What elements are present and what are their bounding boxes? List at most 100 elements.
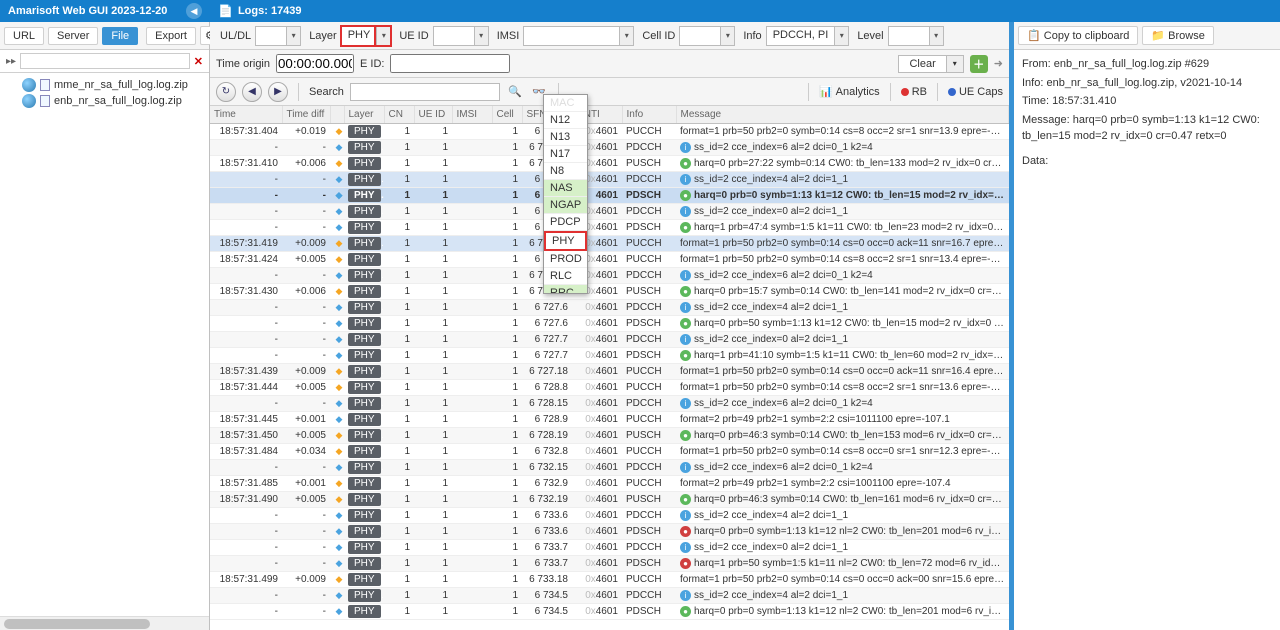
back-icon[interactable]: ◀ [242,82,262,102]
export-button[interactable]: Export [146,27,196,45]
info-combo[interactable]: PDCCH, PI▾ [766,26,850,46]
table-row[interactable]: --PHY1116 725.60x4601PDCCHiss_id=2 cce_i… [210,172,1009,188]
col-header[interactable]: Time [210,106,282,124]
col-header[interactable] [330,106,344,124]
direction-icon [334,270,344,280]
table-row[interactable]: --PHY1116 727.70x4601PDSCH●harq=1 prb=41… [210,348,1009,364]
log-grid[interactable]: TimeTime diffLayerCNUE IDIMSICellSFNRNTI… [210,106,1009,630]
table-row[interactable]: --PHY1116 734.50x4601PDSCH●harq=0 prb=0 … [210,604,1009,620]
expand-icon[interactable]: ▸▸ [6,56,16,67]
refresh-icon[interactable]: ↻ [216,82,236,102]
table-row[interactable]: --PHY1116 733.70x4601PDSCH●harq=1 prb=50… [210,556,1009,572]
ueid-combo[interactable]: ▾ [433,26,489,46]
table-row[interactable]: 18:57:31.485+0.001PHY1116 732.90x4601PUC… [210,476,1009,492]
dropdown-option[interactable]: RLC [544,268,587,285]
collapse-left-icon[interactable]: ◀ [186,3,202,19]
tree-search-input[interactable] [20,53,190,69]
dropdown-option[interactable]: PHY [544,231,587,251]
table-row[interactable]: 18:57:31.484+0.034PHY1116 732.80x4601PUC… [210,444,1009,460]
search-bar: ↻ ◀ ▶ Search 🔍 👓 📊 Analytics RB UE Caps [210,78,1009,106]
col-header[interactable]: IMSI [452,106,492,124]
clear-button[interactable]: Clear▾ [898,55,963,73]
table-row[interactable]: --PHY1116 732.150x4601PDCCHiss_id=2 cce_… [210,460,1009,476]
col-header[interactable]: Cell [492,106,522,124]
forward-icon[interactable]: ▶ [268,82,288,102]
copy-button[interactable]: 📋 Copy to clipboard [1018,26,1138,45]
table-row[interactable]: --PHY1116 727.70x4601PDCCHiss_id=2 cce_i… [210,332,1009,348]
col-header[interactable]: Message [676,106,1009,124]
dropdown-option[interactable]: RRC [544,285,587,294]
uldl-label: UL/DL [220,30,251,42]
direction-icon [334,494,344,504]
file-button[interactable]: File [102,27,138,45]
server-button[interactable]: Server [48,27,98,45]
table-row[interactable]: 18:57:31.445+0.001PHY1116 728.90x4601PUC… [210,412,1009,428]
layer-dropdown[interactable]: MACN12N13N17N8NASNGAPPDCPPHYPRODRLCRRCRX [543,94,588,294]
app-title: Amarisoft Web GUI 2023-12-20 [8,5,167,17]
table-row[interactable]: 18:57:31.439+0.009PHY1116 727.180x4601PU… [210,364,1009,380]
dropdown-option[interactable]: MAC [544,95,587,112]
add-icon[interactable]: ＋ [970,55,988,73]
table-row[interactable]: --PHY1116 734.50x4601PDCCHiss_id=2 cce_i… [210,588,1009,604]
dropdown-option[interactable]: NGAP [544,197,587,214]
table-row[interactable]: --PHY1116 725.70x4601PDCCHiss_id=2 cce_i… [210,204,1009,220]
table-row[interactable]: 18:57:31.430+0.006PHY1116 726.190x4601PU… [210,284,1009,300]
search-input[interactable] [350,83,500,101]
table-row[interactable]: --PHY1116 733.60x4601PDSCH●harq=0 prb=0 … [210,524,1009,540]
detail-time: Time: 18:57:31.410 [1022,93,1272,110]
col-header[interactable]: Layer [344,106,384,124]
table-row[interactable]: --PHY1116 725.64601PDSCH●harq=0 prb=0 sy… [210,188,1009,204]
analytics-button[interactable]: 📊 Analytics [819,85,880,98]
tree-item[interactable]: enb_nr_sa_full_log.log.zip [2,93,207,109]
col-header[interactable]: Info [622,106,676,124]
dropdown-option[interactable]: N17 [544,146,587,163]
detail-msg: Message: harq=0 prb=0 symb=1:13 k1=12 CW… [1022,112,1272,145]
col-header[interactable]: UE ID [414,106,452,124]
dropdown-option[interactable]: PDCP [544,214,587,231]
dropdown-option[interactable]: N12 [544,112,587,129]
time-origin-input[interactable] [276,54,354,73]
logs-tab[interactable]: 📄 Logs: 17439 [210,0,1280,22]
dropdown-option[interactable]: PROD [544,251,587,268]
level-combo[interactable]: ▾ [888,26,944,46]
arrow-icon[interactable]: ➜ [994,57,1003,70]
table-row[interactable]: 18:57:31.499+0.009PHY1116 733.180x4601PU… [210,572,1009,588]
table-row[interactable]: --PHY1116 727.60x4601PDCCHiss_id=2 cce_i… [210,300,1009,316]
table-row[interactable]: --PHY1116 724.150x4601PDCCHiss_id=2 cce_… [210,140,1009,156]
clear-search-icon[interactable]: ✕ [194,55,203,68]
table-row[interactable]: 18:57:31.490+0.005PHY1116 732.190x4601PU… [210,492,1009,508]
uecaps-button[interactable]: UE Caps [948,86,1003,98]
table-row[interactable]: 18:57:31.424+0.005PHY1116 726.80x4601PUC… [210,252,1009,268]
direction-icon [334,190,344,200]
rb-button[interactable]: RB [901,86,927,98]
table-row[interactable]: --PHY1116 728.150x4601PDCCHiss_id=2 cce_… [210,396,1009,412]
search-icon[interactable]: 🔍 [506,83,524,101]
table-row[interactable]: 18:57:31.404+0.019PHY1116 724.80x4601PUC… [210,124,1009,140]
table-row[interactable]: --PHY1116 726.150x4601PDCCHiss_id=2 cce_… [210,268,1009,284]
level-label: Level [857,30,883,42]
table-row[interactable]: --PHY1116 733.70x4601PDCCHiss_id=2 cce_i… [210,540,1009,556]
time-origin-label: Time origin [216,58,270,70]
cellid-combo[interactable]: ▾ [679,26,735,46]
eid-input[interactable] [390,54,510,73]
file-icon [40,79,50,91]
table-row[interactable]: --PHY1116 727.60x4601PDSCH●harq=0 prb=50… [210,316,1009,332]
layer-combo[interactable]: PHY▾ [341,26,392,46]
table-row[interactable]: 18:57:31.410+0.006PHY1116 724.190x4601PU… [210,156,1009,172]
table-row[interactable]: 18:57:31.450+0.005PHY1116 728.190x4601PU… [210,428,1009,444]
imsi-combo[interactable]: ▾ [523,26,634,46]
col-header[interactable]: Time diff [282,106,330,124]
table-row[interactable]: 18:57:31.444+0.005PHY1116 728.80x4601PUC… [210,380,1009,396]
dropdown-option[interactable]: NAS [544,180,587,197]
url-button[interactable]: URL [4,27,44,45]
dropdown-option[interactable]: N8 [544,163,587,180]
table-row[interactable]: --PHY1116 725.70x4601PDSCH●harq=1 prb=47… [210,220,1009,236]
table-row[interactable]: 18:57:31.419+0.009PHY1116 725.180x4601PU… [210,236,1009,252]
col-header[interactable]: CN [384,106,414,124]
dropdown-option[interactable]: N13 [544,129,587,146]
tree-item[interactable]: mme_nr_sa_full_log.log.zip [2,77,207,93]
uldl-combo[interactable]: ▾ [255,26,301,46]
browse-button[interactable]: 📁 Browse [1142,26,1213,45]
table-row[interactable]: --PHY1116 733.60x4601PDCCHiss_id=2 cce_i… [210,508,1009,524]
h-scrollbar[interactable] [0,616,209,630]
